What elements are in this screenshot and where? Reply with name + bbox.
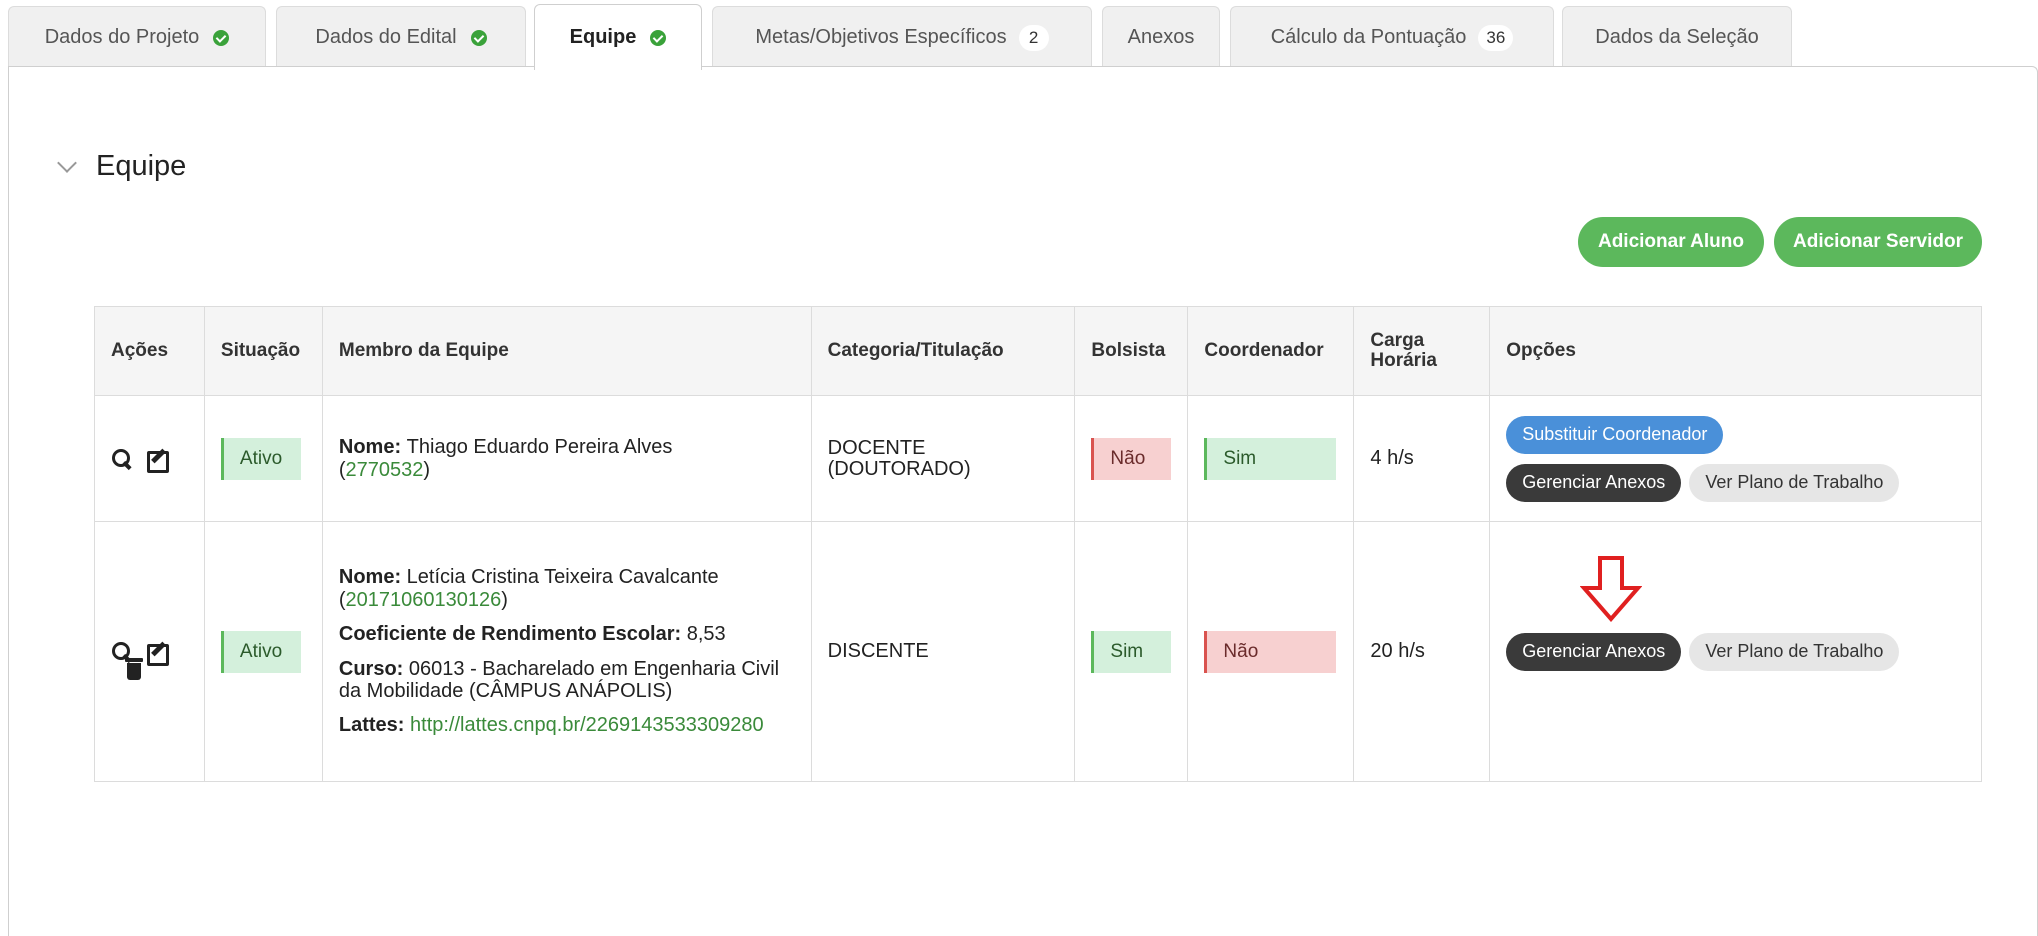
member-name: Thiago Eduardo Pereira Alves (406, 436, 673, 459)
tab-label: Dados da Seleção (1595, 26, 1759, 48)
tab-label: Cálculo da Pontuação (1270, 26, 1467, 48)
tab-label: Anexos (1127, 26, 1195, 48)
coordinator-cell: Não (1187, 521, 1355, 782)
workload-cell: 4 h/s (1353, 395, 1491, 522)
section-title: Equipe (96, 150, 187, 182)
replace-coordinator-button[interactable]: Substituir Coordenador (1506, 415, 1724, 454)
header-carga: Carga Horária (1353, 306, 1491, 396)
header-membro: Membro da Equipe (321, 306, 812, 396)
member-cell: Nome: Letícia Cristina Teixeira Cavalcan… (321, 521, 812, 782)
trash-icon[interactable] (125, 657, 143, 680)
header-opcoes: Opções (1489, 306, 1982, 396)
status-cell: Ativo (203, 521, 323, 782)
header-situacao: Situação (203, 306, 323, 396)
bolsista-badge: Não (1091, 437, 1172, 480)
table-row: Ativo Nome: Thiago Eduardo Pereira Alves… (94, 395, 1982, 522)
tab-metas[interactable]: Metas/Objetivos Específicos 2 (712, 6, 1092, 68)
down-arrow-icon (1580, 556, 1642, 622)
chevron-down-icon[interactable] (57, 152, 77, 173)
table-row: Ativo Nome: Letícia Cristina Teixeira Ca… (94, 521, 1982, 782)
bolsista-cell: Não (1074, 395, 1189, 522)
tab-equipe[interactable]: Equipe (534, 4, 702, 70)
tab-label: Metas/Objetivos Específicos (755, 26, 1007, 48)
lattes-link[interactable]: http://lattes.cnpq.br/2269143533309280 (410, 714, 764, 736)
table-header-row: Ações Situação Membro da Equipe Categori… (94, 306, 1982, 396)
bolsista-cell: Sim (1074, 521, 1189, 782)
tab-label: Dados do Edital (315, 26, 457, 48)
header-acoes: Ações (94, 306, 205, 396)
header-coordenador: Coordenador (1187, 306, 1355, 396)
tab-calculo-pontuacao[interactable]: Cálculo da Pontuação 36 (1230, 6, 1554, 68)
count-badge: 2 (1018, 24, 1049, 51)
coef-value: 8,53 (686, 623, 726, 646)
count-badge: 36 (1478, 24, 1514, 51)
tab-dados-edital[interactable]: Dados do Edital (276, 6, 526, 68)
status-badge: Ativo (220, 630, 301, 673)
tab-dados-projeto[interactable]: Dados do Projeto (8, 6, 266, 68)
view-work-plan-button[interactable]: Ver Plano de Trabalho (1689, 463, 1900, 502)
view-work-plan-button[interactable]: Ver Plano de Trabalho (1689, 632, 1900, 671)
actions-cell (94, 521, 205, 782)
actions-cell (94, 395, 205, 522)
workload-cell: 20 h/s (1353, 521, 1491, 782)
header-categoria: Categoria/Titulação (810, 306, 1076, 396)
check-circle-icon (213, 29, 230, 46)
coordinator-cell: Sim (1187, 395, 1355, 522)
lattes-label: Lattes: (338, 714, 405, 737)
coordinator-badge: Sim (1204, 437, 1337, 480)
name-label: Nome: (338, 436, 402, 459)
add-student-button[interactable]: Adicionar Aluno (1578, 217, 1764, 267)
name-label: Nome: (338, 566, 402, 589)
tab-anexos[interactable]: Anexos (1102, 6, 1220, 68)
options-cell: Gerenciar Anexos Ver Plano de Trabalho (1489, 521, 1982, 782)
category-cell: DOCENTE (DOUTORADO) (810, 395, 1076, 522)
tab-label: Dados do Projeto (44, 26, 200, 48)
manage-attachments-button[interactable]: Gerenciar Anexos (1506, 463, 1682, 502)
edit-icon[interactable] (147, 448, 169, 473)
member-id-link[interactable]: 20171060130126 (346, 589, 502, 611)
edit-icon[interactable] (147, 641, 169, 666)
member-name: Letícia Cristina Teixeira Cavalcante (406, 566, 719, 589)
status-badge: Ativo (220, 437, 301, 480)
team-table: Ações Situação Membro da Equipe Categori… (94, 306, 1982, 782)
check-circle-icon (650, 29, 667, 46)
status-cell: Ativo (203, 395, 323, 522)
category-cell: DISCENTE (810, 521, 1076, 782)
member-cell: Nome: Thiago Eduardo Pereira Alves (27705… (321, 395, 812, 522)
options-cell: Substituir Coordenador Gerenciar Anexos … (1489, 395, 1982, 522)
tab-label: Equipe (569, 26, 637, 48)
check-circle-icon (470, 29, 487, 46)
section-header[interactable]: Equipe (57, 150, 187, 183)
course-value: 06013 - Bacharelado em Engenharia Civil … (338, 657, 780, 702)
search-icon[interactable] (111, 448, 133, 470)
header-bolsista: Bolsista (1074, 306, 1189, 396)
manage-attachments-button[interactable]: Gerenciar Anexos (1506, 632, 1682, 671)
member-id-link[interactable]: 2770532 (346, 459, 424, 481)
bolsista-badge: Sim (1091, 630, 1172, 673)
coordinator-badge: Não (1204, 630, 1337, 673)
tab-bar: Dados do Projeto Dados do Edital Equipe … (8, 4, 2038, 70)
coef-label: Coeficiente de Rendimento Escolar: (338, 623, 682, 646)
add-server-button[interactable]: Adicionar Servidor (1774, 217, 1982, 267)
tab-dados-selecao[interactable]: Dados da Seleção (1562, 6, 1792, 68)
course-label: Curso: (338, 657, 404, 680)
